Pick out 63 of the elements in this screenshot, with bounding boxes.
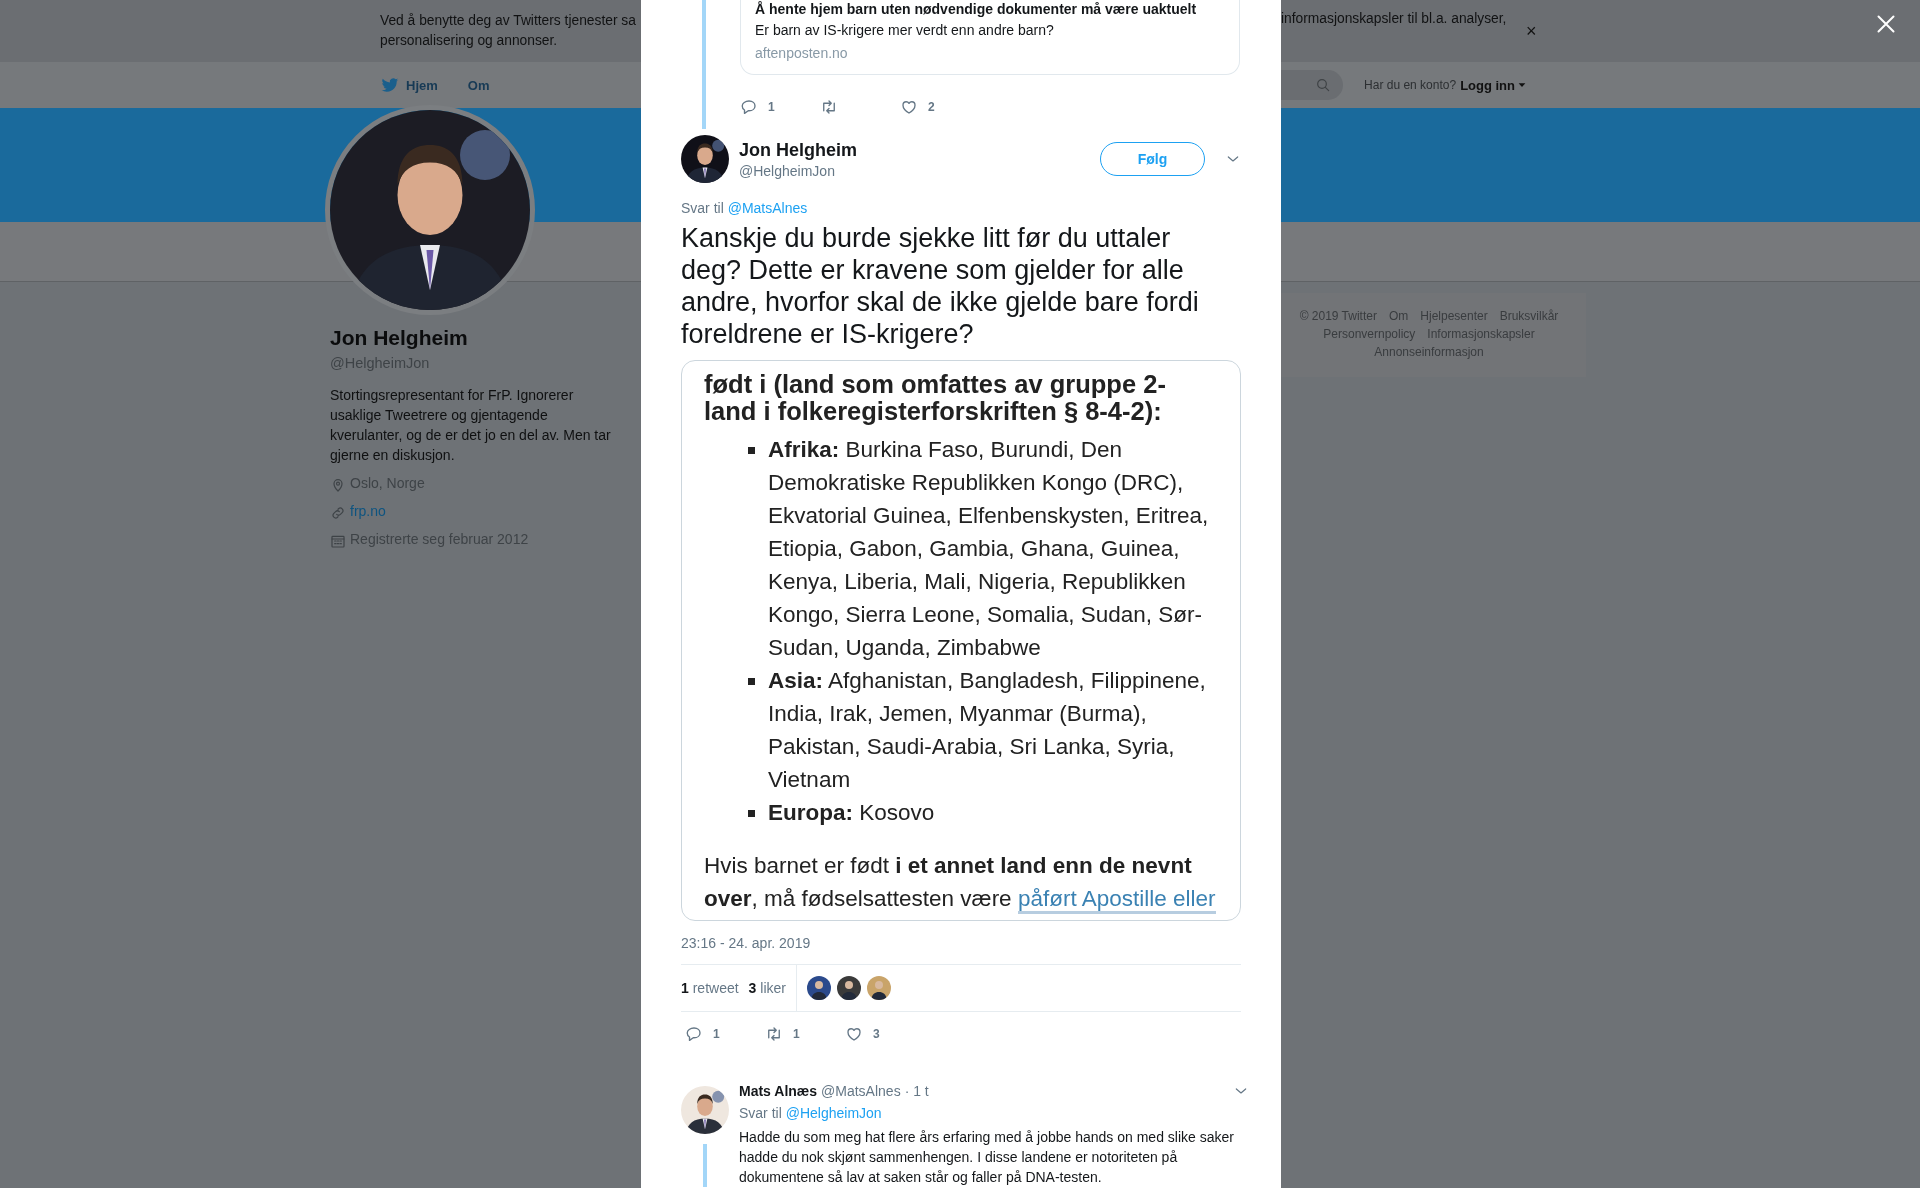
footer-link[interactable]: Om <box>1388 307 1409 325</box>
card-description: Er barn av IS-krigere mer verdt enn andre barn? <box>755 21 1055 40</box>
tweet-timestamp: 23:16 - 24. apr. 2019 <box>681 935 812 951</box>
document-paragraph: Hvis barnet er født i et annet land enn de nevnt over, må fødselsattesten være påført Apostille eller <box>704 849 1222 915</box>
link-icon <box>330 505 346 521</box>
follow-button[interactable]: Følg <box>1100 142 1205 176</box>
heart-icon <box>900 98 918 116</box>
footer-link[interactable]: © 2019 Twitter <box>1299 307 1377 325</box>
search-icon <box>1315 77 1332 93</box>
reply-to-text: Svar til @MatsAlnes <box>681 200 809 216</box>
author-name: Mats Alnæs <box>739 1083 818 1099</box>
footer-link[interactable]: Annonseinformasjon <box>1374 343 1484 361</box>
cookie-notice-text: Ved å benytte deg av Twitters tjenester sa personalisering og annonser. <box>380 12 637 50</box>
tweet-text: Kanskje du burde sjekke litt før du uttaler deg? Dette er kravene som gjelder for alle andre, hvorfor skal de ikke gjelde bare fordi foreldrene er IS-krigere? <box>681 222 1200 350</box>
profile-bio: Stortingsrepresentant for FrP. Ignorerer usaklige Tweetrere og gjentagende kverulanter, og de er det jo en del av. Men tar gjerne en diskusjon. <box>330 386 612 465</box>
mention-link[interactable]: @MatsAlnes <box>727 200 808 216</box>
reply-button[interactable]: 1 <box>740 98 820 116</box>
stat-link[interactable]: 3 liker <box>748 980 786 996</box>
link-preview-card[interactable]: Å hente hjem barn uten nødvendige dokumenter må være uaktuelt Er barn av IS-krigere mer verdt enn andre barn? aftenposten.no <box>740 0 1240 75</box>
retweet-icon <box>820 98 838 116</box>
footer-link[interactable]: Bruksvilkår <box>1499 307 1559 325</box>
heart-icon <box>845 1025 863 1043</box>
card-domain: aftenposten.no <box>755 44 849 63</box>
list-item: Europa: Kosovo <box>768 799 935 827</box>
bullet-icon <box>748 678 755 685</box>
profile-name: Jon Helgheim <box>330 326 469 350</box>
bullet-icon <box>748 447 755 454</box>
stat-link[interactable]: 1 retweet <box>681 980 739 996</box>
footer-link[interactable]: Hjelpesenter <box>1420 307 1488 325</box>
list-item: Afrika: Burkina Faso, Burundi, Den Demokratiske Republikken Kongo (DRC), Ekvatorial Guinea, Elfenbenskysten, Eritrea, Etiopia, Gabon, Gambia, Ghana, Guinea, Kenya, Liberia, Mali, Nigeria, Republikken Kongo, Sierra Leone, Somalia, Sudan, Sør-Sudan, Uganda, Zimbabwe <box>768 436 1210 662</box>
caret-down-icon <box>1517 80 1527 90</box>
search-field[interactable] <box>1281 70 1344 100</box>
login-link[interactable]: Logg inn <box>1460 77 1527 93</box>
nav-link[interactable]: Hjem <box>380 75 438 95</box>
reply-icon <box>685 1025 703 1043</box>
location-pin-icon <box>330 477 346 493</box>
login-prompt: Har du en konto? <box>1364 78 1457 92</box>
footer-link[interactable]: Informasjonskapsler <box>1427 325 1535 343</box>
bullet-icon <box>748 810 755 817</box>
author-name: Jon Helgheim <box>739 139 858 161</box>
banner-close-button[interactable]: × <box>1522 20 1541 42</box>
retweet-button[interactable]: 1 <box>765 1025 845 1043</box>
author-handle: @MatsAlnes <box>821 1083 901 1099</box>
like-button[interactable]: 2 <box>900 98 980 116</box>
mention-link[interactable]: @HelgheimJon <box>785 1105 882 1121</box>
reply-icon <box>740 98 758 116</box>
calendar-icon <box>330 533 346 549</box>
document-heading: født i (land som omfattes av gruppe 2-land i folkeregisterforskriften § 8-4-2): <box>704 371 1167 425</box>
author-handle: @HelgheimJon <box>739 162 836 179</box>
bird-icon <box>380 75 400 95</box>
footer-link[interactable]: Personvernpolicy <box>1323 325 1416 343</box>
cookie-notice-text: informasjonskapsler til bl.a. analyser, <box>1281 10 1508 28</box>
tweet-text: Hadde du som meg hat flere års erfaring med å jobbe hands on med slike saker hadde du nok skjønt sammenhengen. I disse landene er notoriteten på dokumentene så lav at saken står og faller på DNA-testen. <box>739 1128 1235 1187</box>
nav-link[interactable]: Om <box>467 77 490 93</box>
like-button[interactable]: 3 <box>845 1025 925 1043</box>
website-link[interactable]: frp.no <box>350 503 386 519</box>
list-item: Asia: Afghanistan, Bangladesh, Filippinene, India, Irak, Jemen, Myanmar (Burma), Pakistan, Saudi-Arabia, Sri Lanka, Syria, Vietnam <box>768 667 1207 794</box>
retweet-icon <box>765 1025 783 1043</box>
document-link[interactable]: påført Apostille eller <box>1017 886 1216 914</box>
card-title: Å hente hjem barn uten nødvendige dokumenter må være uaktuelt <box>755 0 1198 19</box>
tweet-time: · 1 t <box>904 1083 929 1099</box>
reply-button[interactable]: 1 <box>685 1025 765 1043</box>
reply-to-text: Svar til @HelgheimJon <box>739 1105 883 1121</box>
